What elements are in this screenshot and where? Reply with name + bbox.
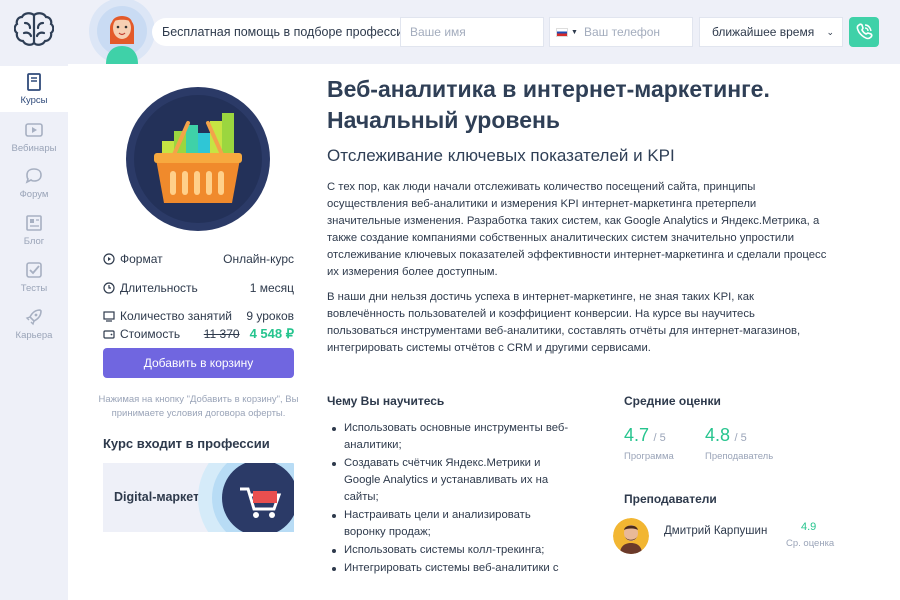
teachers-title: Преподаватели [624, 492, 717, 506]
chevron-down-icon[interactable]: ▼ [571, 29, 578, 36]
sidebar-item-label: Вебинары [11, 143, 57, 154]
help-text: Бесплатная помощь в подборе профессии [152, 18, 423, 46]
description-paragraph: В наши дни нельзя достичь успеха в интер… [327, 291, 801, 354]
learn-list: Использовать основные инструменты веб-ан… [330, 420, 575, 578]
sidebar-item-label: Форум [19, 189, 49, 200]
phone-placeholder: Ваш телефон [583, 25, 661, 39]
clock-icon [103, 282, 115, 294]
top-header: Бесплатная помощь в подборе профессии Ва… [68, 0, 900, 64]
sidebar-item-label: Тесты [20, 283, 48, 294]
list-item: Настраивать цели и анализировать воронку… [330, 507, 575, 541]
info-format: Формат Онлайн-курс [103, 251, 294, 267]
sidebar-item-courses[interactable]: Курсы [0, 66, 68, 112]
rating-scale: / 5 [653, 432, 666, 444]
price-new: 4 548 ₽ [249, 326, 294, 341]
sidebar-item-label: Курсы [20, 95, 48, 106]
sidebar-item-career[interactable]: Карьера [0, 307, 68, 341]
page-title: Веб-аналитика в интернет-маркетинге. Нач… [327, 76, 770, 133]
rating-teacher: 4.8 / 5 Преподаватель [705, 425, 773, 462]
sidebar-item-tests[interactable]: Тесты [0, 260, 68, 294]
price-label: Стоимость [120, 327, 181, 341]
monitor-icon [103, 311, 115, 322]
price-values: 11 370 4 548 ₽ [204, 326, 294, 342]
info-price: Стоимость 11 370 4 548 ₽ [103, 326, 294, 342]
profession-card[interactable]: Digital-маркетолог [103, 463, 294, 532]
chat-icon [25, 168, 42, 184]
duration-value: 1 месяц [249, 281, 294, 295]
marketer-cart-icon [198, 463, 294, 532]
rating-scale: / 5 [734, 432, 747, 444]
phone-field[interactable]: ▼ Ваш телефон [549, 17, 693, 47]
teacher-score: 4.9 [801, 521, 817, 533]
course-basket-image [126, 87, 270, 231]
format-value: Онлайн-курс [223, 252, 294, 266]
rating-value: 4.8 [705, 425, 731, 445]
phone-icon [856, 23, 873, 40]
play-circle-icon [103, 253, 115, 265]
brain-logo-icon[interactable] [14, 10, 54, 50]
chevron-down-icon: ⌄ [826, 27, 834, 37]
ratings-title: Средние оценки [624, 394, 721, 408]
professions-title: Курс входит в профессии [103, 436, 270, 451]
time-select-value: ближайшее время [712, 25, 815, 39]
info-lessons: Количество занятий 9 уроков [103, 308, 294, 324]
wallet-icon [103, 330, 115, 339]
rating-program: 4.7 / 5 Программа [624, 425, 674, 462]
teacher-avatar[interactable] [613, 518, 649, 554]
rating-caption: Программа [624, 451, 674, 462]
list-item: Использовать системы колл-трекинга; [330, 542, 575, 559]
play-icon [25, 123, 43, 137]
newspaper-icon [26, 215, 42, 231]
list-item: Интегрировать системы веб-аналитики с [330, 560, 575, 577]
sidebar-item-label: Блог [23, 236, 45, 247]
teacher-score-caption: Ср. оценка [786, 538, 835, 549]
time-select[interactable]: ближайшее время ⌄ [699, 17, 843, 47]
sidebar-item-forum[interactable]: Форум [0, 166, 68, 200]
description-paragraph: С тех пор, как люди начали отслеживать к… [327, 181, 827, 278]
learn-title: Чему Вы научитесь [327, 394, 445, 408]
cart-note: Нажимая на кнопку "Добавить в корзину", … [98, 394, 299, 419]
sidebar-item-label: Карьера [15, 330, 53, 341]
teacher-name[interactable]: Дмитрий Карпушин [664, 525, 767, 537]
list-item: Использовать основные инструменты веб-ан… [330, 420, 575, 454]
name-field[interactable]: Ваше имя [400, 17, 544, 47]
consultant-avatar [89, 0, 154, 64]
price-old: 11 370 [203, 327, 240, 341]
add-to-cart-button[interactable]: Добавить в корзину [103, 348, 294, 378]
sidebar-item-blog[interactable]: Блог [0, 213, 68, 247]
list-item: Создавать счётчик Яндекс.Метрики и Googl… [330, 455, 575, 506]
format-label: Формат [120, 252, 163, 266]
sidebar-item-webinars[interactable]: Вебинары [0, 120, 68, 154]
page-subtitle: Отслеживание ключевых показателей и KPI [327, 146, 675, 165]
sidebar: Курсы Вебинары Форум Блог Тесты Карьера [0, 0, 68, 600]
book-icon [27, 73, 41, 91]
rocket-icon [25, 309, 42, 326]
duration-label: Длительность [120, 281, 198, 295]
lessons-label: Количество занятий [120, 309, 232, 323]
call-button[interactable] [849, 17, 879, 47]
lessons-value: 9 уроков [246, 309, 294, 323]
name-placeholder: Ваше имя [410, 25, 466, 39]
rating-caption: Преподаватель [705, 451, 774, 462]
checkbox-icon [26, 262, 42, 278]
russia-flag-icon[interactable] [556, 28, 568, 38]
rating-value: 4.7 [624, 425, 650, 445]
info-duration: Длительность 1 месяц [103, 280, 294, 296]
